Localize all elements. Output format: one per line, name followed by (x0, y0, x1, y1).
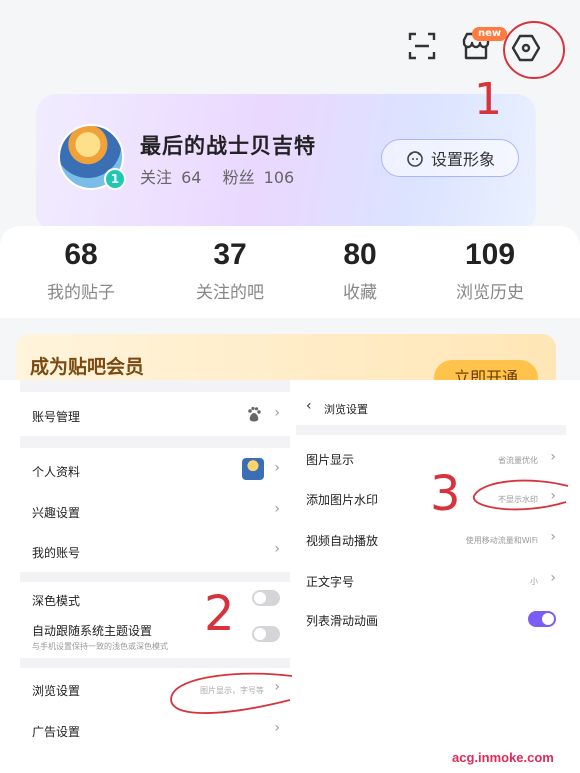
stat-label: 浏览历史 (456, 283, 524, 303)
set-avatar-label: 设置形象 (430, 150, 495, 169)
stat-label: 我的贴子 (47, 283, 115, 303)
settings-screen: 账号管理 › 个人资料 › 兴趣设置 › 我的账号 › 深色模式 自动跟随系统主… (20, 380, 290, 773)
annotation-1: 1 (474, 74, 502, 125)
stat-value: 68 (64, 238, 98, 271)
settings-item-interest[interactable]: 兴趣设置 › (20, 490, 290, 532)
browse-item-label: 列表滑动动画 (306, 614, 379, 628)
follow-system-label: 自动跟随系统主题设置 (32, 624, 153, 638)
chevron-right-icon: › (274, 720, 280, 736)
browse-item-value: 不显示水印 (498, 495, 538, 504)
profile-screen: new 1 最后的战士贝吉特 关注 64 粉丝 106 设置形象 68 我的贴子… (0, 0, 580, 380)
browse-settings-header: ‹ 浏览设置 (296, 385, 566, 425)
browse-item-value: 使用移动流量和WiFi (465, 536, 538, 545)
mini-avatar (242, 458, 264, 480)
follow-counts: 关注 64 粉丝 106 (140, 164, 298, 188)
settings-item-hint: 图片显示，字号等 (200, 686, 264, 695)
scan-icon[interactable] (404, 28, 440, 64)
browse-item-label: 视频自动播放 (306, 534, 379, 548)
settings-item-label: 账号管理 (32, 410, 81, 424)
section-divider (296, 425, 566, 435)
chevron-right-icon: › (274, 541, 280, 557)
list-animation-toggle[interactable] (528, 611, 556, 627)
fans-count[interactable]: 106 (264, 168, 295, 187)
settings-item-label: 我的账号 (32, 546, 81, 560)
stat-favorites[interactable]: 80 收藏 (295, 238, 425, 303)
follow-system-toggle[interactable] (252, 626, 280, 642)
back-arrow-icon[interactable]: ‹ (306, 398, 312, 414)
browse-settings-screen: ‹ 浏览设置 图片显示 省流量优化 › 添加图片水印 不显示水印 › 视频自动播… (296, 385, 566, 773)
page-title: 浏览设置 (324, 403, 368, 416)
stat-value: 37 (213, 238, 247, 271)
new-badge: new (472, 27, 508, 41)
chevron-right-icon: › (274, 460, 280, 476)
browse-item-font-size[interactable]: 正文字号 小 › (296, 563, 566, 597)
baidu-paw-icon (248, 406, 261, 422)
chevron-right-icon: › (550, 488, 556, 504)
settings-item-my-account[interactable]: 我的账号 › (20, 530, 290, 572)
annotation-2: 2 (204, 586, 235, 642)
annotation-3: 3 (430, 466, 461, 522)
set-avatar-button[interactable]: 设置形象 (381, 139, 519, 177)
stat-label: 关注的吧 (196, 283, 264, 303)
stat-value: 80 (343, 238, 377, 271)
stats-bar: 68 我的贴子 37 关注的吧 80 收藏 109 浏览历史 (0, 226, 580, 318)
browse-item-label: 图片显示 (306, 453, 355, 467)
dark-mode-label: 深色模式 (32, 594, 81, 608)
stat-history[interactable]: 109 浏览历史 (425, 238, 555, 303)
settings-item-account[interactable]: 账号管理 › (20, 392, 290, 436)
stat-label: 收藏 (343, 283, 377, 303)
browse-item-list-animation: 列表滑动动画 (296, 603, 566, 637)
browse-item-label: 正文字号 (306, 575, 355, 589)
settings-item-label: 兴趣设置 (32, 506, 81, 520)
browse-item-label: 添加图片水印 (306, 493, 379, 507)
stat-posts[interactable]: 68 我的贴子 (16, 238, 146, 303)
chevron-right-icon: › (550, 529, 556, 545)
stat-value: 109 (464, 238, 516, 271)
level-badge: 1 (104, 168, 126, 190)
follow-system-sub: 与手机设置保持一致的浅色或深色模式 (32, 642, 168, 651)
chevron-right-icon: › (550, 449, 556, 465)
settings-item-label: 广告设置 (32, 725, 81, 739)
browse-item-autoplay[interactable]: 视频自动播放 使用移动流量和WiFi › (296, 523, 566, 557)
vip-open-button[interactable]: 立即开通 (434, 360, 538, 380)
face-icon (407, 151, 423, 167)
settings-item-browse[interactable]: 浏览设置 图片显示，字号等 › (20, 670, 290, 706)
dark-mode-toggle[interactable] (252, 590, 280, 606)
settings-item-label: 浏览设置 (32, 684, 81, 698)
settings-group-theme: 深色模式 自动跟随系统主题设置 与手机设置保持一致的浅色或深色模式 (20, 582, 290, 658)
settings-icon[interactable] (508, 30, 544, 66)
follow-count[interactable]: 64 (181, 168, 201, 187)
settings-item-personal[interactable]: 个人资料 › (20, 448, 290, 490)
browse-item-value: 省流量优化 (498, 456, 538, 465)
chevron-right-icon: › (274, 679, 280, 695)
browse-item-value: 小 (530, 577, 538, 586)
watermark-text: acg.inmoke.com (452, 750, 554, 765)
fans-label[interactable]: 粉丝 (223, 168, 255, 187)
settings-item-label: 个人资料 (32, 465, 81, 479)
vip-title: 成为贴吧会员 (30, 356, 145, 378)
stat-followed-bars[interactable]: 37 关注的吧 (165, 238, 295, 303)
chevron-right-icon: › (274, 501, 280, 517)
chevron-right-icon: › (274, 405, 280, 421)
settings-item-ads[interactable]: 广告设置 › (20, 714, 290, 746)
chevron-right-icon: › (550, 570, 556, 586)
follow-label[interactable]: 关注 (140, 168, 172, 187)
username: 最后的战士贝吉特 (140, 134, 316, 158)
